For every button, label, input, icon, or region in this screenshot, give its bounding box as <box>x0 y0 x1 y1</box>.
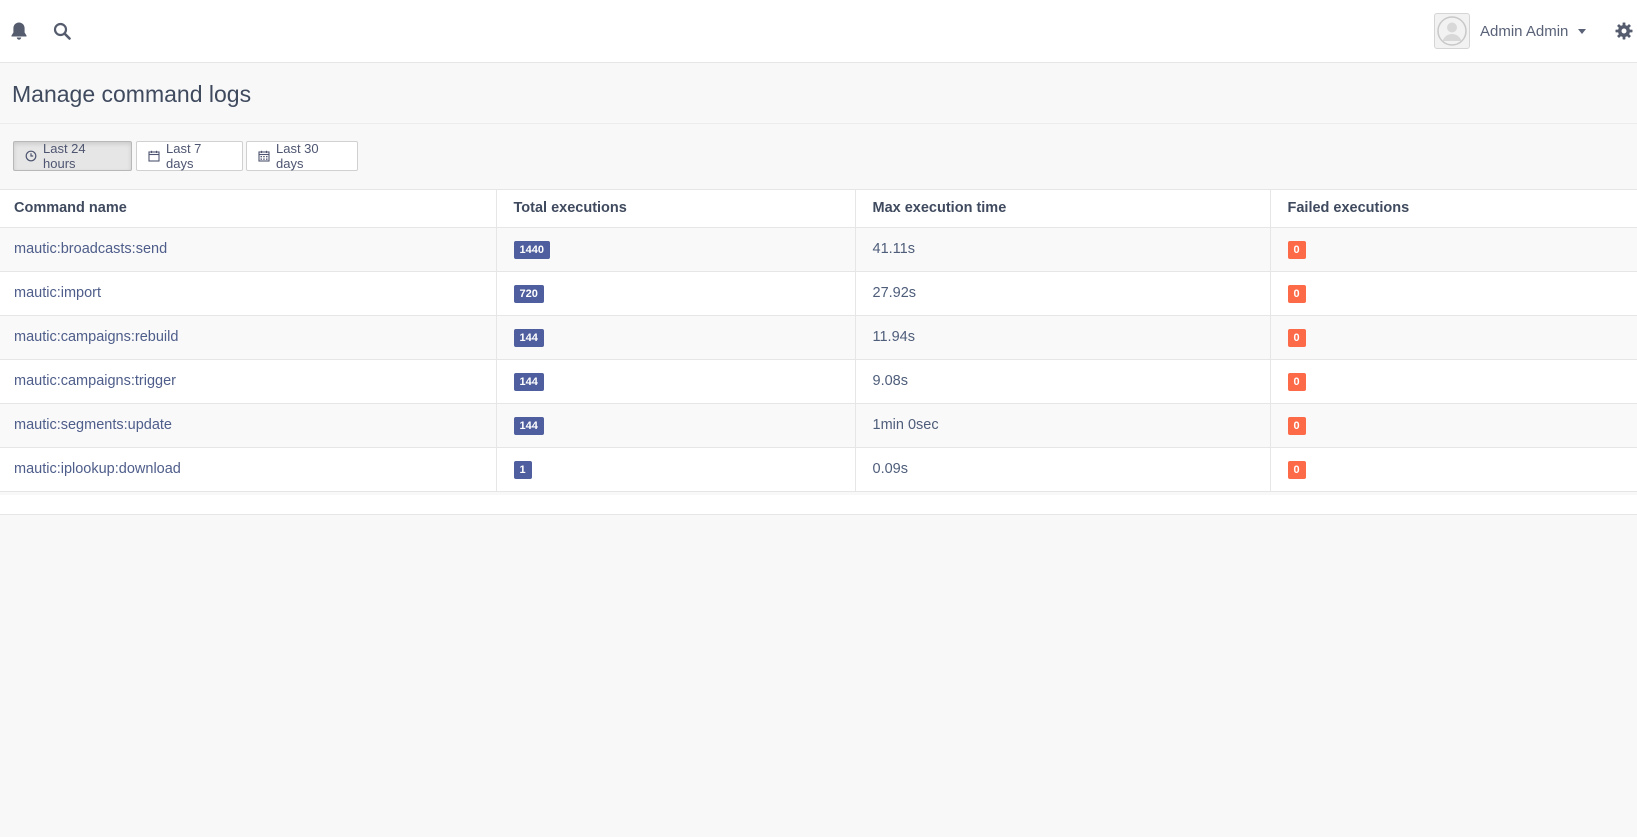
user-menu[interactable]: Admin Admin <box>1434 13 1587 49</box>
column-header-failed-executions[interactable]: Failed executions <box>1269 190 1637 228</box>
failed-executions-badge: 0 <box>1287 373 1306 391</box>
table-footer <box>0 495 1637 515</box>
clock-icon <box>25 150 37 162</box>
max-execution-time: 9.08s <box>854 359 1270 404</box>
max-execution-time: 11.94s <box>854 315 1270 360</box>
filter-last-24-hours-button[interactable]: Last 24 hours <box>13 141 132 171</box>
command-link[interactable]: mautic:broadcasts:send <box>14 241 167 257</box>
table-row: mautic:segments:update 144 1min 0sec 0 <box>0 403 1637 448</box>
column-header-total-executions[interactable]: Total executions <box>495 190 855 228</box>
total-executions-badge: 1 <box>513 461 532 479</box>
table-row: mautic:campaigns:trigger 144 9.08s 0 <box>0 359 1637 404</box>
filter-label: Last 7 days <box>166 141 202 171</box>
failed-executions-badge: 0 <box>1287 461 1306 479</box>
filter-last-7-days-button[interactable]: Last 7 days <box>136 141 243 171</box>
page-title: Manage command logs <box>12 81 252 107</box>
command-link[interactable]: mautic:import <box>14 285 101 301</box>
table-row: mautic:broadcasts:send 1440 41.11s 0 <box>0 227 1637 272</box>
table-row: mautic:import 720 27.92s 0 <box>0 271 1637 316</box>
command-link[interactable]: mautic:campaigns:rebuild <box>14 329 178 345</box>
bell-icon[interactable] <box>8 19 30 43</box>
total-executions-badge: 144 <box>513 329 544 347</box>
max-execution-time: 27.92s <box>854 271 1270 316</box>
top-navbar: Admin Admin <box>0 0 1637 63</box>
calendar-grid-icon <box>258 150 270 162</box>
column-header-max-execution-time[interactable]: Max execution time <box>854 190 1270 228</box>
failed-executions-badge: 0 <box>1287 241 1306 259</box>
filter-label: Last 30 days <box>276 141 319 171</box>
filter-label: Last 24 hours <box>43 141 86 171</box>
chevron-down-icon <box>1578 28 1587 34</box>
failed-executions-badge: 0 <box>1287 285 1306 303</box>
table-header-row: Command name Total executions Max execut… <box>0 190 1637 228</box>
calendar-icon <box>148 150 160 162</box>
table-row: mautic:iplookup:download 1 0.09s 0 <box>0 447 1637 492</box>
total-executions-badge: 144 <box>513 373 544 391</box>
total-executions-badge: 720 <box>513 285 544 303</box>
user-name: Admin Admin <box>1480 22 1569 40</box>
failed-executions-badge: 0 <box>1287 417 1306 435</box>
date-filter-bar: Last 24 hours Last 7 days Last 30 days <box>0 124 1637 190</box>
column-header-command-name[interactable]: Command name <box>0 190 496 228</box>
gear-icon[interactable] <box>1613 19 1635 43</box>
search-icon[interactable] <box>51 19 73 43</box>
total-executions-badge: 1440 <box>513 241 550 259</box>
page-header: Manage command logs <box>0 63 1637 124</box>
max-execution-time: 1min 0sec <box>854 403 1270 448</box>
avatar <box>1434 13 1470 49</box>
table-row: mautic:campaigns:rebuild 144 11.94s 0 <box>0 315 1637 360</box>
command-link[interactable]: mautic:segments:update <box>14 417 172 433</box>
command-logs-table: Command name Total executions Max execut… <box>0 190 1637 492</box>
max-execution-time: 41.11s <box>854 227 1270 272</box>
command-link[interactable]: mautic:campaigns:trigger <box>14 373 176 389</box>
total-executions-badge: 144 <box>513 417 544 435</box>
max-execution-time: 0.09s <box>854 447 1270 492</box>
filter-last-30-days-button[interactable]: Last 30 days <box>246 141 358 171</box>
command-link[interactable]: mautic:iplookup:download <box>14 461 181 477</box>
failed-executions-badge: 0 <box>1287 329 1306 347</box>
